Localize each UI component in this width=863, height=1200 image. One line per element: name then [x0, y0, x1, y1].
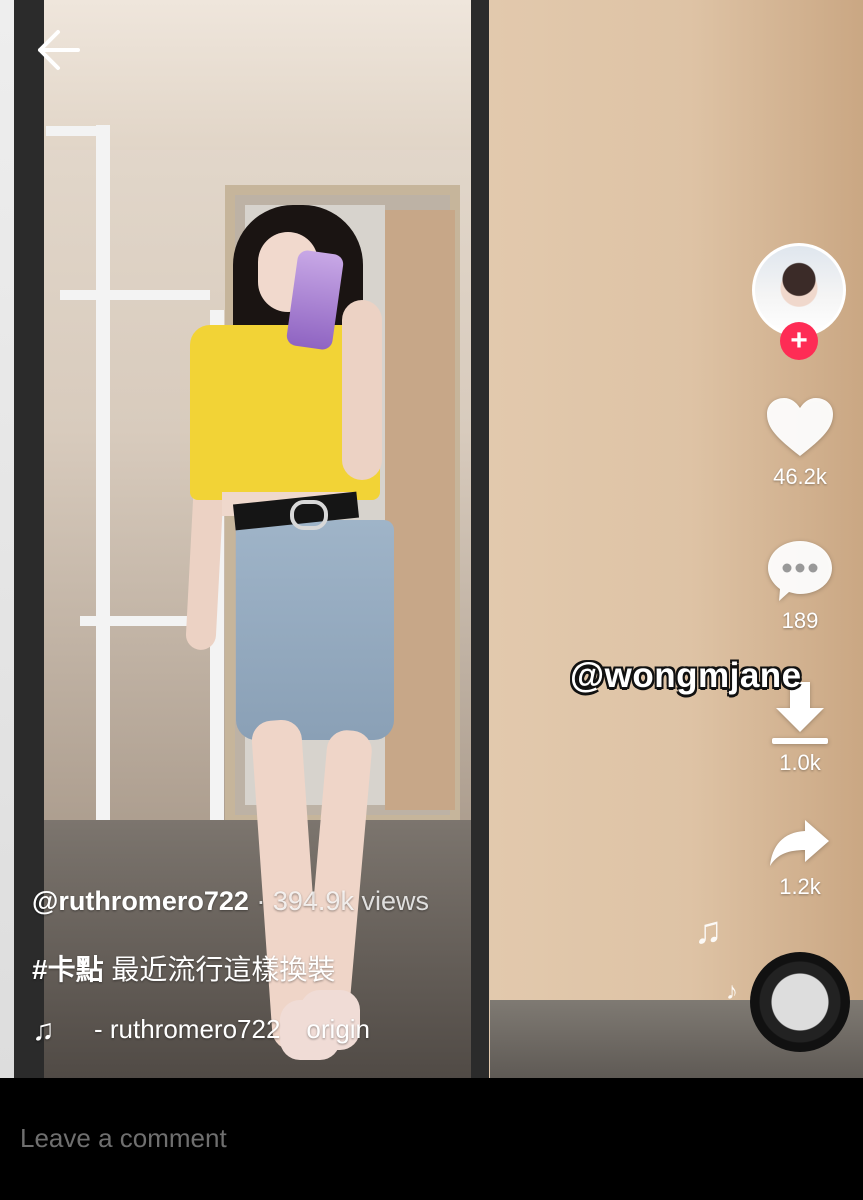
door [385, 210, 455, 810]
music-disc[interactable] [750, 952, 850, 1052]
author-username[interactable]: @ruthromero722 [32, 886, 249, 916]
comment-count: 189 [781, 608, 819, 633]
comment-button[interactable]: 189 [755, 538, 845, 634]
person-denim-shorts [236, 520, 394, 740]
belt-buckle [290, 500, 328, 530]
person-arm [342, 300, 382, 480]
follow-button[interactable]: + [780, 322, 818, 360]
arrow-left-icon [38, 30, 80, 70]
share-count: 1.2k [779, 874, 821, 899]
watermark: @wongmjane [570, 656, 802, 695]
floating-music-note-icon: ♪ [726, 978, 738, 1005]
share-button[interactable]: 1.2k [755, 816, 845, 900]
share-arrow-icon [770, 820, 829, 866]
music-info[interactable]: ♫ - ruthromero722 origin [32, 1014, 370, 1048]
download-count: 1.0k [779, 750, 821, 775]
bunk-bed-rail [60, 290, 210, 300]
hashtag-link[interactable]: #卡點 [32, 954, 104, 985]
comment-bubble-icon [768, 541, 832, 601]
plus-icon: + [790, 324, 808, 357]
comment-input[interactable] [20, 1118, 840, 1158]
view-count: · 394.9k views [248, 886, 429, 916]
music-note-icon: ♫ [32, 1014, 55, 1048]
music-title: origin [306, 1014, 371, 1044]
post-caption: #卡點 最近流行這樣換裝 [32, 948, 335, 988]
floating-music-note-icon: ♫ [694, 910, 723, 952]
caption-text: 最近流行這樣換裝 [103, 954, 336, 985]
post-meta: @ruthromero722 · 394.9k views [32, 886, 429, 917]
back-button[interactable] [34, 28, 82, 72]
bunk-bed-rail [46, 126, 110, 136]
heart-icon [767, 398, 833, 456]
music-author: - ruthromero722 [94, 1014, 281, 1044]
like-count: 46.2k [773, 464, 827, 489]
like-button[interactable]: 46.2k [755, 396, 845, 490]
